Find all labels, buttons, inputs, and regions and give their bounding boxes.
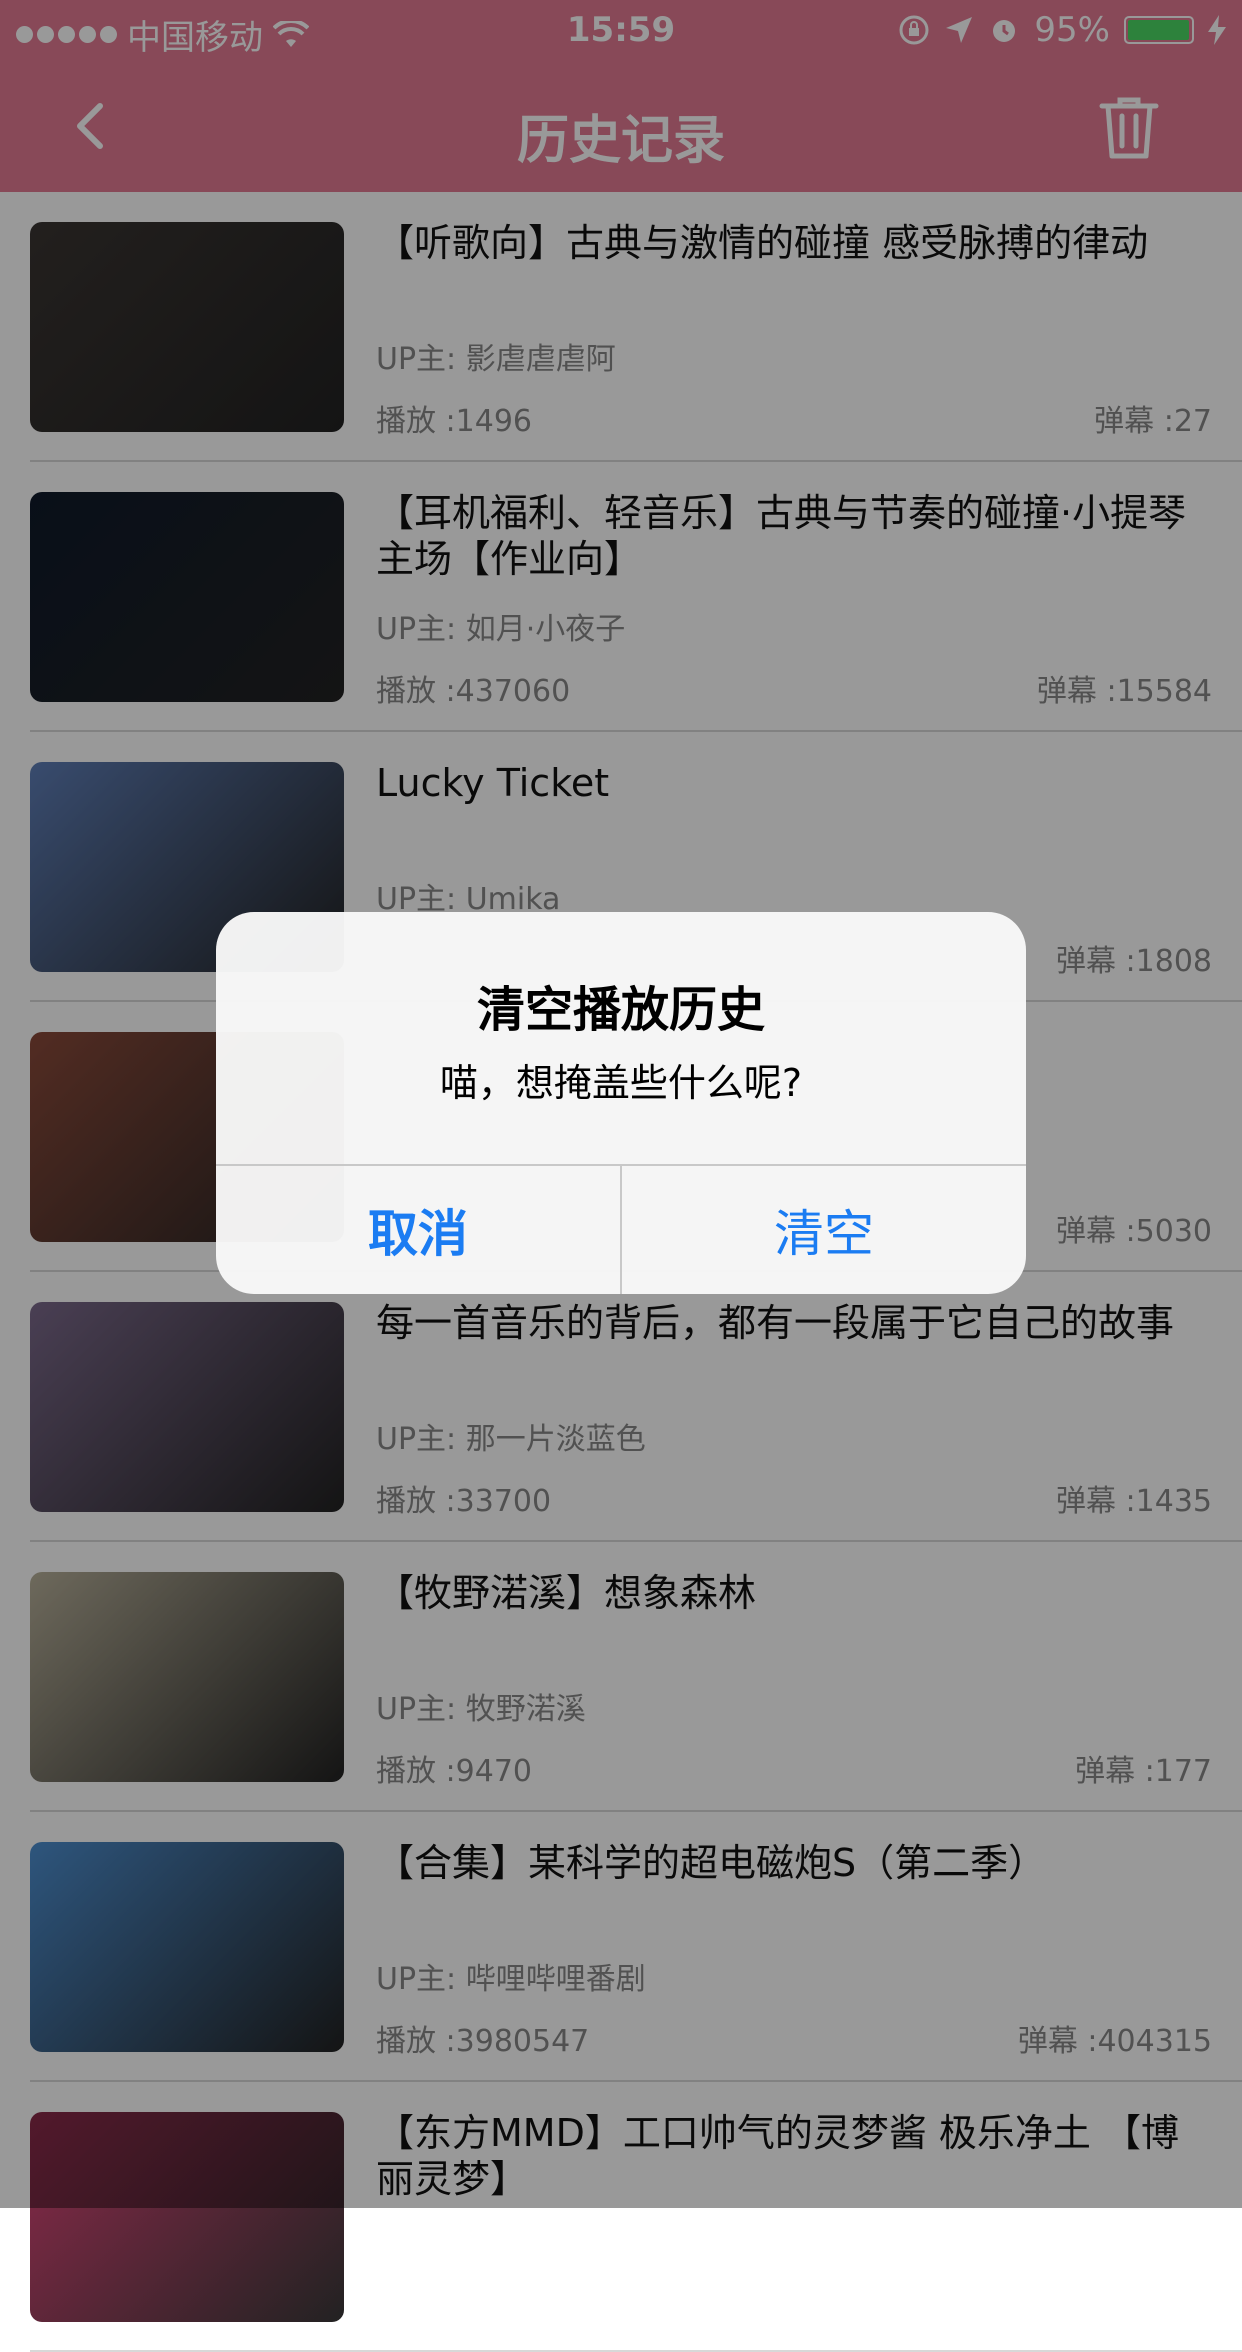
clear-history-alert: 清空播放历史 喵，想掩盖些什么呢? 取消 清空 [216, 912, 1026, 1294]
cancel-button[interactable]: 取消 [216, 1166, 620, 1294]
alert-message: 喵，想掩盖些什么呢? [439, 1061, 803, 1105]
alert-title: 清空播放历史 [476, 982, 765, 1038]
clear-button[interactable]: 清空 [622, 1166, 1026, 1294]
